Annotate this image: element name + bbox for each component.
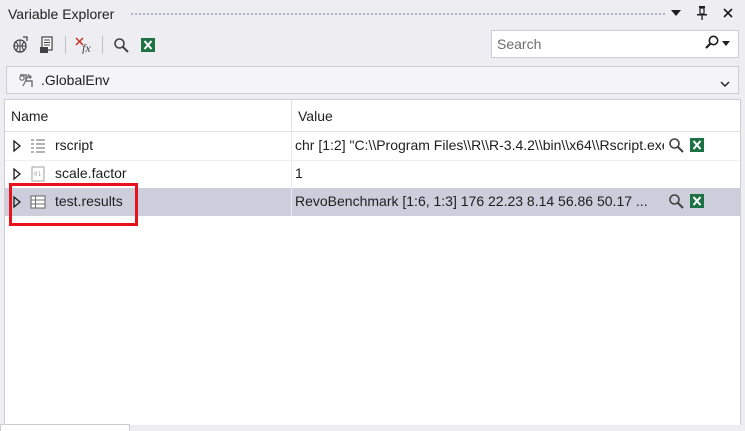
- excel-export-icon[interactable]: [137, 34, 159, 56]
- cell-divider: [291, 160, 292, 188]
- view-search-icon[interactable]: [668, 193, 684, 209]
- panel-titlebar: Variable Explorer: [0, 0, 745, 30]
- search-icon: [705, 35, 719, 49]
- search-box[interactable]: [491, 30, 739, 58]
- view-search-icon[interactable]: [668, 137, 684, 153]
- expand-arrow-icon[interactable]: [12, 139, 22, 153]
- variable-name: rscript: [55, 137, 94, 153]
- search-options[interactable]: [705, 35, 730, 51]
- grid-header: Name Value: [5, 100, 740, 132]
- cell-divider: [291, 188, 292, 216]
- environment-icon: [17, 71, 35, 92]
- column-header-name[interactable]: Name: [5, 100, 291, 131]
- svg-text:01: 01: [34, 171, 42, 178]
- cell-divider: [291, 132, 292, 160]
- dropdown-arrow-icon[interactable]: [669, 5, 683, 21]
- title-buttons: [669, 5, 735, 21]
- pin-icon[interactable]: [695, 5, 709, 21]
- title-grip[interactable]: [130, 12, 667, 17]
- environment-value: .GlobalEnv: [41, 72, 110, 88]
- bottom-tab[interactable]: [0, 424, 130, 431]
- excel-icon[interactable]: [690, 193, 704, 209]
- view-data-search-icon[interactable]: [110, 34, 132, 56]
- numeric-icon: 01: [30, 166, 46, 182]
- table-row[interactable]: rscript chr [1:2] "C:\\Program Files\\R\…: [5, 132, 740, 160]
- toolbar-separator: [102, 36, 103, 54]
- list-icon: [30, 138, 46, 154]
- variables-grid: Name Value rscript chr [1:2] "C:\\Progra…: [4, 99, 741, 429]
- panel-title: Variable Explorer: [8, 6, 115, 22]
- annotation-highlight-box: [9, 183, 138, 226]
- svg-text:fx: fx: [82, 41, 91, 54]
- variable-value: 1: [295, 165, 303, 181]
- expand-arrow-icon[interactable]: [12, 167, 22, 181]
- variable-value: RevoBenchmark [1:6, 1:3] 176 22.23 8.14 …: [295, 193, 648, 209]
- load-workspace-icon[interactable]: [10, 34, 32, 56]
- variable-name: scale.factor: [55, 165, 127, 181]
- variable-value: chr [1:2] "C:\\Program Files\\R\\R-3.4.2…: [295, 137, 664, 153]
- close-icon[interactable]: [721, 5, 735, 21]
- environment-select[interactable]: .GlobalEnv: [6, 66, 739, 94]
- excel-icon[interactable]: [690, 137, 704, 153]
- toolbar-separator: [65, 36, 66, 54]
- save-workspace-icon[interactable]: [37, 34, 59, 56]
- row-actions: [668, 193, 704, 209]
- row-actions: [668, 137, 704, 153]
- clear-variables-icon[interactable]: fx: [73, 34, 95, 56]
- column-header-value[interactable]: Value: [292, 100, 740, 131]
- search-input[interactable]: [492, 31, 692, 57]
- chevron-down-icon[interactable]: [720, 75, 730, 91]
- search-dropdown-icon: [722, 40, 730, 46]
